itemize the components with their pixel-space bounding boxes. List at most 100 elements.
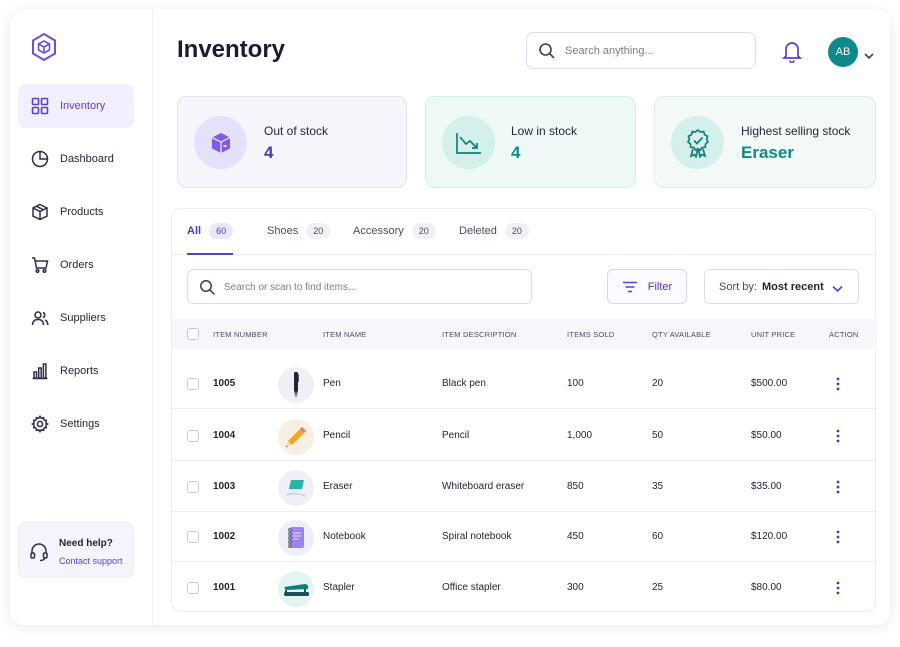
sidebar-item-dashboard[interactable]: Dashboard [18,137,134,181]
item-name: Stapler [323,582,355,593]
row-checkbox[interactable] [187,531,199,543]
item-search-input[interactable] [224,279,524,296]
box-icon [194,116,247,169]
tab-deleted[interactable]: Deleted 20 [459,223,529,255]
filter-button[interactable]: Filter [607,269,687,304]
table-row[interactable]: 1003 Eraser Whiteboard eraser 850 35 $35… [172,462,877,512]
column-header: ITEM NAME [323,330,367,339]
item-number: 1003 [213,481,236,492]
sidebar-item-reports[interactable]: Reports [18,349,134,393]
item-name: Notebook [323,531,366,542]
tab-label: Shoes [267,225,299,237]
items-sold: 300 [567,582,584,593]
qty-available: 25 [652,582,664,593]
sidebar-item-settings[interactable]: Settings [18,402,134,446]
table-row[interactable]: 1002 Notebook Spiral notebook 450 60 $12… [172,512,877,562]
sort-dropdown[interactable]: Sort by: Most recent [704,269,859,304]
tab-label: All [187,225,202,237]
table-row[interactable]: 1005 Pen Black pen 100 20 $500.00 [172,359,877,409]
item-search[interactable] [187,269,532,304]
sidebar-item-label: Orders [60,259,94,271]
sidebar-item-suppliers[interactable]: Suppliers [18,296,134,340]
row-checkbox[interactable] [187,430,199,442]
qty-available: 20 [652,378,664,389]
filter-icon [622,281,638,293]
pie-chart-icon [30,149,50,169]
item-name: Pen [323,378,341,389]
unit-price: $80.00 [751,582,782,593]
more-vertical-icon[interactable] [829,577,847,599]
row-checkbox[interactable] [187,481,199,493]
chevron-down-icon[interactable] [864,47,874,60]
row-checkbox[interactable] [187,378,199,390]
search-icon [199,279,216,296]
eraser-icon [278,470,314,506]
column-header: QTY AVAILABLE [652,330,711,339]
tab-label: Accessory [353,225,404,237]
stat-card-out-of-stock: Out of stock 4 [177,96,407,188]
app-window: Inventory Dashboard Products Orders Supp… [10,10,890,625]
stat-value: 4 [511,143,521,162]
sort-label: Sort by: [719,281,757,293]
select-all-checkbox[interactable] [187,328,199,340]
global-search-input[interactable] [565,42,745,60]
table-row[interactable]: 1001 Stapler Office stapler 300 25 $80.0… [172,563,877,613]
item-description: Black pen [442,378,486,389]
more-vertical-icon[interactable] [829,476,847,498]
stat-value: 4 [264,143,274,162]
qty-available: 60 [652,531,664,542]
unit-price: $50.00 [751,430,782,441]
tab-all[interactable]: All 60 [187,223,234,255]
stat-card-low-in-stock: Low in stock 4 [425,96,636,188]
item-name: Eraser [323,481,353,492]
stat-label: Low in stock [511,124,578,138]
more-vertical-icon[interactable] [829,373,847,395]
sidebar-item-label: Dashboard [60,153,114,165]
tab-bar: All 60 Shoes 20 Accessory 20 Deleted 20 [172,209,877,255]
avatar[interactable]: AB [828,37,858,67]
tab-accessory[interactable]: Accessory 20 [353,223,436,255]
logo-icon[interactable] [30,32,58,62]
unit-price: $500.00 [751,378,788,389]
sidebar: Inventory Dashboard Products Orders Supp… [10,10,153,625]
more-vertical-icon[interactable] [829,425,847,447]
global-search[interactable] [526,32,756,69]
stapler-icon [278,571,314,607]
stat-label: Out of stock [264,124,329,138]
bar-chart-icon [30,361,50,381]
sidebar-item-orders[interactable]: Orders [18,243,134,287]
grid-icon [30,96,50,116]
notebook-icon [278,520,314,556]
more-vertical-icon[interactable] [829,526,847,548]
item-description: Spiral notebook [442,531,512,542]
column-header: UNIT PRICE [751,330,796,339]
help-card: Need help? Contact support [18,522,134,578]
notification-bell-icon[interactable] [781,39,803,64]
avatar-initials: AB [835,46,851,58]
help-title: Need help? [59,538,113,549]
item-number: 1004 [213,430,236,441]
sidebar-item-label: Settings [60,418,100,430]
items-sold: 850 [567,481,584,492]
gear-icon [30,414,50,434]
pen-icon [278,367,314,403]
stat-label: Highest selling stock [741,124,851,138]
sidebar-item-products[interactable]: Products [18,190,134,234]
trending-down-icon [442,116,495,169]
contact-support-link[interactable]: Contact support [59,556,123,566]
items-sold: 450 [567,531,584,542]
sidebar-item-label: Products [60,206,104,218]
search-icon [538,42,556,60]
tab-count-badge: 60 [209,223,234,239]
filter-label: Filter [647,280,673,293]
sidebar-item-label: Suppliers [60,312,106,324]
row-checkbox[interactable] [187,582,199,594]
table-row[interactable]: 1004 Pencil Pencil 1,000 50 $50.00 [172,411,877,461]
page-title: Inventory [177,36,286,63]
items-sold: 100 [567,378,584,389]
tab-shoes[interactable]: Shoes 20 [267,223,331,255]
stat-card-highest-selling: Highest selling stock Eraser [654,96,876,188]
item-number: 1002 [213,531,236,542]
item-description: Whiteboard eraser [442,481,525,492]
sidebar-item-inventory[interactable]: Inventory [18,84,134,128]
